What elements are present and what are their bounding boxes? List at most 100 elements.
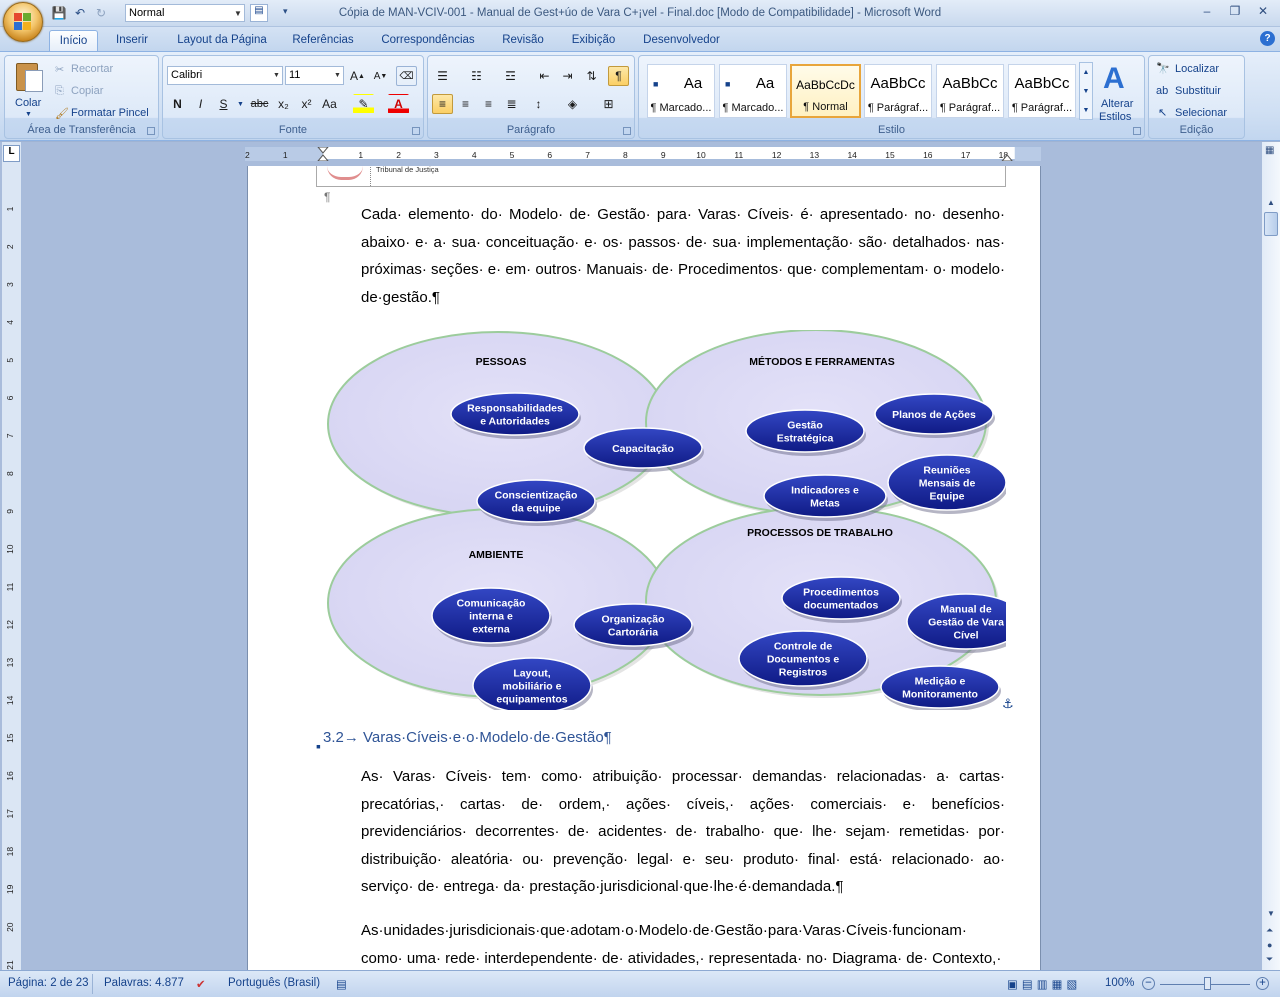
style-marcado-1[interactable]: ■ Aa ¶ Marcado... <box>647 64 715 118</box>
styles-scroll[interactable]: ▲ ▼ ▼ <box>1079 62 1093 120</box>
ruler-tick-label: 3 <box>434 150 439 160</box>
zoom-level[interactable]: 100% <box>1105 977 1134 989</box>
style-marcado-2[interactable]: ■ Aa ¶ Marcado... <box>719 64 787 118</box>
office-button[interactable] <box>3 2 43 42</box>
change-styles-label-2[interactable]: Estilos <box>1099 111 1131 123</box>
borders-icon[interactable]: ⊞ <box>598 94 619 114</box>
find-button[interactable]: Localizar <box>1175 63 1219 75</box>
quick-style-combo[interactable]: Normal ▼ <box>125 4 245 22</box>
scroll-up-icon[interactable]: ▲ <box>1267 198 1275 207</box>
tab-correspondencias[interactable]: Correspondências <box>372 30 484 51</box>
next-page-icon[interactable]: ⏷ <box>1266 954 1273 965</box>
tab-layout-da-pagina[interactable]: Layout da Página <box>167 30 277 51</box>
align-center-icon[interactable]: ≡ <box>455 94 476 114</box>
grow-font-button[interactable]: A ▲ <box>347 66 368 86</box>
undo-icon[interactable]: ↶ <box>71 4 89 22</box>
underline-button[interactable]: S <box>213 94 234 114</box>
macro-icon[interactable]: ▤ <box>336 977 347 991</box>
tab-inserir[interactable]: Inserir <box>106 30 158 51</box>
highlight-icon[interactable]: ✎ <box>353 94 374 114</box>
numbering-icon[interactable]: ☷ <box>466 66 487 86</box>
replace-button[interactable]: Substituir <box>1175 85 1221 97</box>
increase-indent-icon[interactable]: ⇥ <box>557 66 578 86</box>
shrink-font-button[interactable]: A ▼ <box>370 66 391 86</box>
window-title: Cópia de MAN-VCIV-001 - Manual de Gest+ú… <box>338 7 942 19</box>
justify-icon[interactable]: ≣ <box>501 94 522 114</box>
bullets-icon[interactable]: ☰ <box>432 66 453 86</box>
zoom-in-icon[interactable]: + <box>1256 977 1269 990</box>
word-count[interactable]: Palavras: 4.877 <box>104 977 184 989</box>
vertical-scrollbar[interactable]: ▦ ▲ ▼ ⏶ ● ⏷ <box>1262 142 1280 970</box>
view-buttons-icon[interactable]: ▣▤▥▦▧ <box>1007 977 1081 991</box>
change-case-button[interactable]: Aa <box>319 94 340 114</box>
subscript-button[interactable]: x₂ <box>273 94 294 114</box>
model-element-label: Layout, <box>513 668 550 680</box>
paste-button[interactable]: Colar <box>15 97 41 109</box>
font-name-combo[interactable]: Calibri ▼ <box>167 66 283 85</box>
align-left-icon[interactable]: ≡ <box>432 94 453 114</box>
document-page[interactable]: Tribunal de Justiça ¶ Cada· elemento· do… <box>247 166 1041 972</box>
clear-format-icon[interactable]: ⌫ <box>396 66 417 86</box>
ruler-tick-label: 7 <box>585 150 590 160</box>
tab-referencias[interactable]: Referências <box>284 30 362 51</box>
change-styles-label-1[interactable]: Alterar <box>1101 98 1133 110</box>
horizontal-ruler-ticks: 2 1 1 2 3 4 5 6 7 8 9 10 11 12 13 14 15 16 17 18 <box>245 146 1075 162</box>
scroll-thumb[interactable] <box>1264 212 1278 236</box>
italic-button[interactable]: I <box>190 94 211 114</box>
tab-exibicao[interactable]: Exibição <box>562 30 625 51</box>
align-right-icon[interactable]: ≡ <box>478 94 499 114</box>
minimize-button[interactable]: – <box>1194 2 1220 20</box>
zoom-slider-thumb[interactable] <box>1204 977 1211 990</box>
font-color-icon[interactable]: A <box>388 94 409 114</box>
zoom-out-icon[interactable]: − <box>1142 977 1155 990</box>
page-indicator[interactable]: Página: 2 de 23 <box>8 977 89 989</box>
paragraph-launcher-icon[interactable] <box>623 127 631 135</box>
change-styles-icon[interactable]: A <box>1103 62 1125 96</box>
scroll-down-icon[interactable]: ▼ <box>1267 909 1275 918</box>
ruler-tick-label: 12 <box>5 620 15 630</box>
tab-desenvolvedor[interactable]: Desenvolvedor <box>634 30 729 51</box>
copy-button[interactable]: Copiar <box>71 85 103 97</box>
tab-revisao[interactable]: Revisão <box>495 30 551 51</box>
select-button[interactable]: Selecionar <box>1175 107 1227 119</box>
tab-selector-button[interactable]: L <box>3 145 20 162</box>
style-paragrafo-1[interactable]: AaBbCc ¶ Parágraf... <box>864 64 932 118</box>
horizontal-ruler[interactable]: 2 1 1 2 3 4 5 6 7 8 9 10 11 12 13 14 15 16 17 18 <box>244 146 1075 162</box>
help-icon[interactable]: ? <box>1260 31 1275 46</box>
cut-button[interactable]: Recortar <box>71 63 113 75</box>
multilevel-list-icon[interactable]: ☲ <box>500 66 521 86</box>
redo-icon[interactable]: ↻ <box>92 4 110 22</box>
save-icon[interactable]: 💾 <box>50 4 68 22</box>
paste-icon[interactable] <box>13 60 45 96</box>
clipboard-launcher-icon[interactable] <box>147 127 155 135</box>
styles-launcher-icon[interactable] <box>1133 127 1141 135</box>
ruler-tick-label: 18 <box>5 847 15 857</box>
clipboard-group: Colar ▼ ✂ Recortar ⎘ Copiar 🖌 Formatar P… <box>4 55 159 139</box>
ruler-toggle-icon[interactable]: ▦ <box>1265 145 1274 156</box>
browse-object-icon[interactable]: ● <box>1267 940 1272 950</box>
font-launcher-icon[interactable] <box>412 127 420 135</box>
close-button[interactable]: ✕ <box>1250 2 1276 20</box>
decrease-indent-icon[interactable]: ⇤ <box>534 66 555 86</box>
strikethrough-button[interactable]: abc <box>249 94 270 114</box>
previous-page-icon[interactable]: ⏶ <box>1266 925 1273 936</box>
proofing-icon[interactable]: ✔ <box>196 977 206 991</box>
tab-inicio[interactable]: Início <box>49 30 98 51</box>
ruler-tick-label: 10 <box>5 544 15 554</box>
shading-icon[interactable]: ◈ <box>562 94 583 114</box>
restore-button[interactable]: ❐ <box>1222 2 1248 20</box>
language-indicator[interactable]: Português (Brasil) <box>228 977 320 989</box>
font-size-combo[interactable]: 11 ▼ <box>285 66 344 85</box>
ruler-tick-label: 1 <box>283 150 288 160</box>
model-element-label: Mensais de <box>919 478 976 490</box>
superscript-button[interactable]: x² <box>296 94 317 114</box>
line-spacing-icon[interactable]: ↕ <box>528 94 549 114</box>
ruler-tick-label: 1 <box>358 150 363 160</box>
sort-icon[interactable]: ⇅ <box>581 66 602 86</box>
bold-button[interactable]: N <box>167 94 188 114</box>
style-normal[interactable]: AaBbCcDc ¶ Normal <box>790 64 861 118</box>
style-paragrafo-3[interactable]: AaBbCc ¶ Parágraf... <box>1008 64 1076 118</box>
format-painter-button[interactable]: Formatar Pincel <box>71 107 149 119</box>
style-paragrafo-2[interactable]: AaBbCc ¶ Parágraf... <box>936 64 1004 118</box>
show-formatting-button[interactable]: ¶ <box>608 66 629 86</box>
